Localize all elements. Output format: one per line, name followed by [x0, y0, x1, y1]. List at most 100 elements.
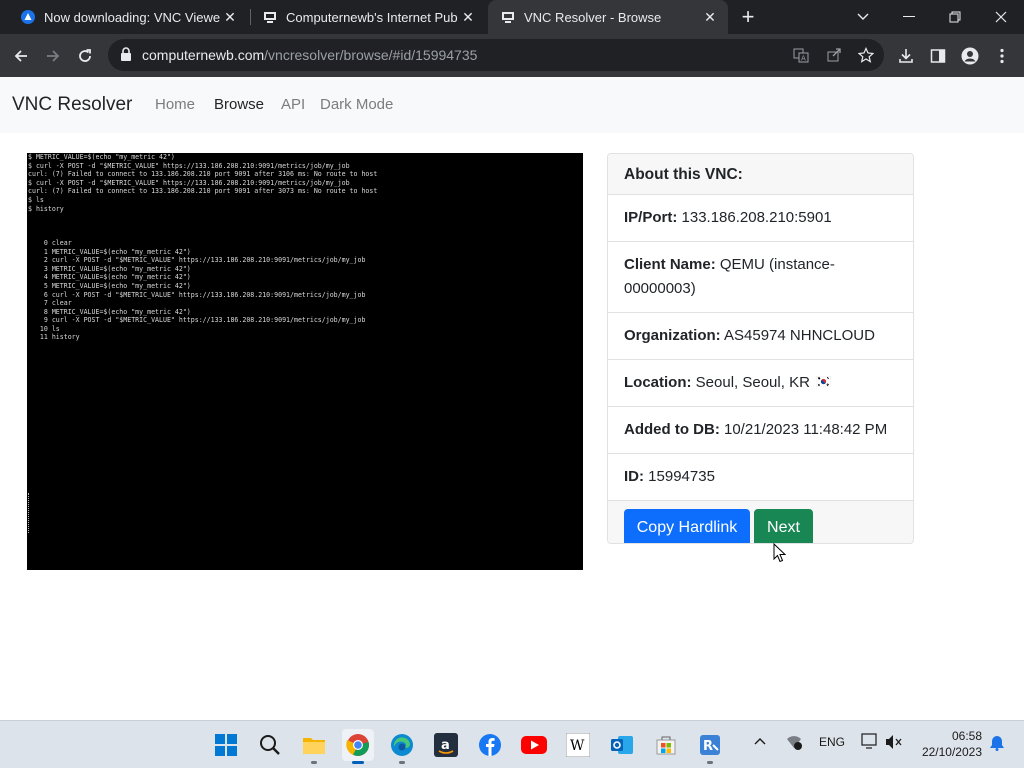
card-header: About this VNC:: [608, 154, 913, 195]
svg-text:R: R: [703, 739, 713, 754]
remote-desktop-icon[interactable]: R: [694, 729, 726, 764]
id-row: ID: 15994735: [608, 454, 913, 502]
tab-title: Now downloading: VNC Viewer: [44, 9, 220, 25]
chrome-icon[interactable]: [342, 729, 374, 764]
lock-icon[interactable]: [120, 47, 132, 66]
id-value: 15994735: [648, 468, 715, 486]
next-button[interactable]: Next: [754, 509, 813, 543]
network-status-icon[interactable]: [785, 734, 803, 753]
vnc-info-card: About this VNC: IP/Port: 133.186.208.210…: [607, 153, 914, 544]
terminal-output: $ METRIC_VALUE=$(echo "my_metric 42") $ c…: [27, 153, 377, 342]
screenshot-artifact: [28, 493, 32, 533]
edge-icon[interactable]: [386, 729, 418, 764]
file-explorer-icon[interactable]: [298, 729, 330, 764]
terminal-line: 9 curl -X POST -d "$METRIC_VALUE" https:…: [28, 316, 366, 325]
tab-vnc-viewer[interactable]: Now downloading: VNC Viewer ✕: [8, 0, 248, 34]
nav-link-browse[interactable]: Browse: [214, 96, 264, 113]
translate-icon[interactable]: A: [791, 45, 811, 65]
vnc-icon: [20, 9, 36, 25]
tab-vnc-resolver[interactable]: VNC Resolver - Browse ✕: [488, 0, 728, 34]
terminal-line: 7 clear: [28, 299, 72, 308]
browser-toolbar: computernewb.com/vncresolver/browse/#id/…: [0, 34, 1024, 77]
clock-date: 22/10/2023: [921, 745, 982, 759]
location-value: Seoul, Seoul, KR: [695, 374, 810, 391]
added-to-db-row: Added to DB: 10/21/2023 11:48:42 PM: [608, 407, 913, 455]
display-icon[interactable]: [861, 733, 879, 752]
back-arrow-icon[interactable]: [6, 41, 36, 71]
client-name-row: Client Name: QEMU (instance-00000003): [608, 242, 913, 313]
start-icon[interactable]: [210, 729, 242, 761]
organization-row: Organization: AS45974 NHNCLOUD: [608, 313, 913, 360]
download-icon[interactable]: [895, 45, 917, 67]
close-window-icon[interactable]: [978, 0, 1024, 34]
card-footer: Copy Hardlink Next: [608, 501, 913, 543]
terminal-line: 5 METRIC_VALUE=$(echo "my_metric 42"): [28, 281, 191, 290]
url-text: computernewb.com/vncresolver/browse/#id/…: [142, 47, 477, 63]
nav-link-api[interactable]: API: [281, 96, 305, 113]
client-name-label: Client Name:: [624, 256, 716, 273]
terminal-line: curl: (7) Failed to connect to 133.186.2…: [28, 187, 378, 196]
mouse-pointer-icon: [773, 542, 787, 568]
ip-port-row: IP/Port: 133.186.208.210:5901: [608, 195, 913, 242]
minimize-icon[interactable]: [886, 0, 932, 34]
restore-icon[interactable]: [932, 0, 978, 34]
copy-hardlink-button[interactable]: Copy Hardlink: [624, 509, 750, 543]
volume-muted-icon[interactable]: [885, 734, 903, 753]
tab-title: Computernewb's Internet Pub H: [286, 9, 458, 25]
site-brand[interactable]: VNC Resolver: [12, 94, 132, 116]
added-to-db-label: Added to DB:: [624, 421, 720, 439]
reload-icon[interactable]: [70, 41, 100, 71]
tab-strip: Now downloading: VNC Viewer ✕ Computerne…: [0, 0, 1024, 34]
terminal-line: 6 curl -X POST -d "$METRIC_VALUE" https:…: [28, 290, 366, 299]
vnc-screenshot: $ METRIC_VALUE=$(echo "my_metric 42") $ c…: [27, 153, 583, 570]
terminal-line: 0 clear: [28, 238, 72, 247]
close-tab-icon[interactable]: ✕: [458, 7, 478, 27]
forward-arrow-icon[interactable]: [38, 41, 68, 71]
nav-link-home[interactable]: Home: [155, 96, 195, 113]
terminal-line: 10 ls: [28, 324, 60, 333]
windows-taskbar: a W R ENG 06:58 22/10/2023: [0, 720, 1024, 768]
location-row: Location: Seoul, Seoul, KR: [608, 360, 913, 408]
language-indicator[interactable]: ENG: [819, 735, 845, 749]
ip-port-value: 133.186.208.210:5901: [681, 209, 832, 226]
bookmark-star-icon[interactable]: [856, 45, 876, 65]
share-icon[interactable]: [824, 45, 844, 65]
id-label: ID:: [624, 468, 644, 486]
youtube-icon[interactable]: [518, 729, 550, 761]
new-tab-button[interactable]: +: [736, 4, 760, 29]
svg-text:a: a: [441, 738, 450, 753]
close-tab-icon[interactable]: ✕: [220, 7, 240, 27]
terminal-line: $ METRIC_VALUE=$(echo "my_metric 42"): [28, 153, 175, 161]
microsoft-store-icon[interactable]: [650, 729, 682, 761]
terminal-line: 11 history: [28, 333, 80, 342]
tab-computernewb[interactable]: Computernewb's Internet Pub H ✕: [250, 0, 486, 34]
system-clock[interactable]: 06:58 22/10/2023: [918, 728, 982, 760]
site-navbar: VNC Resolver Home Browse API Dark Mode: [0, 77, 1024, 133]
terminal-line: $ ls: [28, 195, 44, 204]
close-tab-icon[interactable]: ✕: [700, 7, 720, 27]
terminal-line: $ curl -X POST -d "$METRIC_VALUE" https:…: [28, 161, 350, 170]
url-path: /vncresolver/browse/#id/15994735: [264, 47, 478, 63]
notification-bell-icon[interactable]: [989, 735, 1005, 754]
facebook-icon[interactable]: [474, 729, 506, 761]
wikipedia-icon[interactable]: W: [562, 729, 594, 761]
location-label: Location:: [624, 374, 692, 391]
added-to-db-value: 10/21/2023 11:48:42 PM: [724, 421, 888, 439]
address-bar[interactable]: computernewb.com/vncresolver/browse/#id/…: [108, 39, 884, 71]
tab-title: VNC Resolver - Browse: [524, 9, 662, 25]
terminal-line: 8 METRIC_VALUE=$(echo "my_metric 42"): [28, 307, 191, 316]
tab-search-icon[interactable]: [840, 0, 886, 34]
terminal-line: $ curl -X POST -d "$METRIC_VALUE" https:…: [28, 178, 350, 187]
outlook-icon[interactable]: [606, 729, 638, 761]
amazon-icon[interactable]: a: [430, 729, 462, 761]
show-hidden-icons-icon[interactable]: [753, 734, 767, 751]
terminal-line: 3 METRIC_VALUE=$(echo "my_metric 42"): [28, 264, 191, 273]
side-panel-icon[interactable]: [927, 45, 949, 67]
profile-icon[interactable]: [959, 45, 981, 67]
nav-link-dark-mode[interactable]: Dark Mode: [320, 96, 393, 113]
search-icon[interactable]: [254, 729, 286, 761]
more-menu-icon[interactable]: [991, 45, 1013, 67]
